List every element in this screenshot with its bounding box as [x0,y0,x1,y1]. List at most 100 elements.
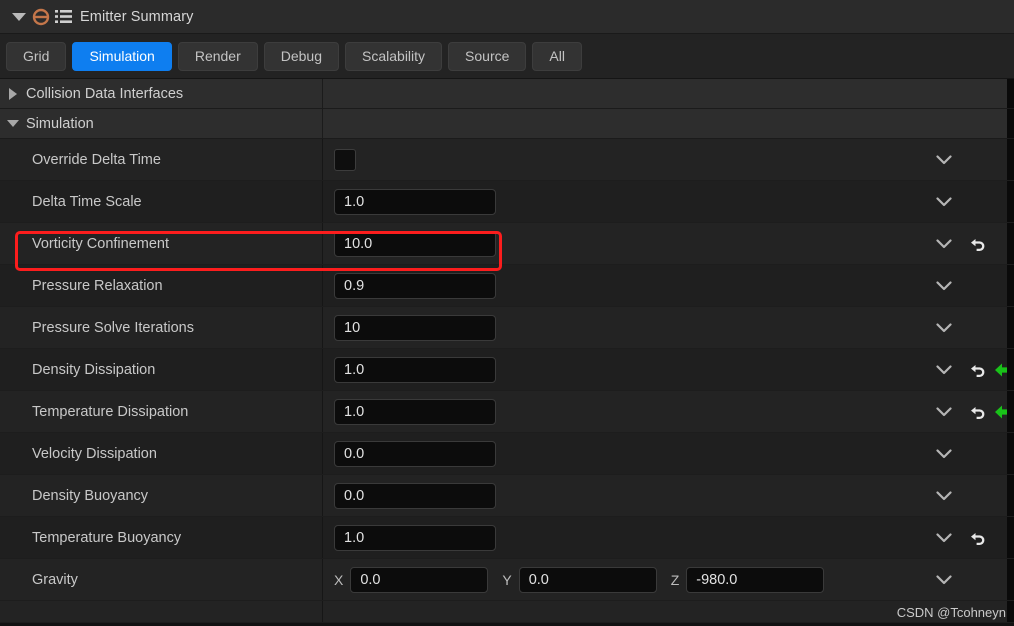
property-label: Pressure Solve Iterations [32,319,194,336]
titlebar: Emitter Summary [0,0,1014,34]
axis-input-x[interactable]: 0.0 [350,566,489,593]
property-value-cell: X 0.0 Y 0.0 Z -980.0 [334,559,838,600]
emitter-node-icon [30,6,52,28]
axis-input-z[interactable]: -980.0 [686,566,825,593]
column-divider[interactable] [322,181,323,222]
column-divider[interactable] [322,349,323,390]
column-divider[interactable] [322,307,323,348]
partial-section-row[interactable] [0,601,1014,623]
section-header-simulation[interactable]: Simulation [0,109,1014,139]
chevron-down-icon[interactable] [932,181,956,222]
tab-debug[interactable]: Debug [263,41,340,71]
reset-to-default-icon[interactable] [966,349,990,390]
property-row: Override Delta Time [0,139,1014,181]
column-divider[interactable] [322,433,323,474]
number-input[interactable]: 0.0 [334,440,496,467]
tab-scalability[interactable]: Scalability [345,41,443,71]
chevron-down-icon[interactable] [932,307,956,348]
property-row: Density Dissipation 1.0 [0,349,1014,391]
number-input[interactable]: 1.0 [334,356,496,383]
section-collapse-icon[interactable] [0,120,26,127]
list-icon[interactable] [52,6,74,28]
tab-all[interactable]: All [532,41,582,71]
property-row: Vorticity Confinement 10.0 [0,223,1014,265]
section-header-collision-data-interfaces[interactable]: Collision Data Interfaces [0,79,1014,109]
column-divider[interactable] [322,223,323,264]
number-input-value: 1.0 [344,361,365,378]
number-input[interactable]: 1.0 [334,524,496,551]
property-name-cell: Density Buoyancy [0,475,322,516]
number-input[interactable]: 0.9 [334,272,496,299]
chevron-down-icon[interactable] [932,391,956,432]
chevron-down-icon[interactable] [932,139,956,180]
number-input-value: 10.0 [344,235,373,252]
axis-input-value: 0.0 [528,571,549,588]
axis-input-y[interactable]: 0.0 [518,566,657,593]
property-label: Density Dissipation [32,361,156,378]
number-input[interactable]: 1.0 [334,398,496,425]
property-label: Pressure Relaxation [32,277,163,294]
column-divider[interactable] [322,475,323,516]
property-name-cell: Gravity [0,559,322,600]
tab-simulation[interactable]: Simulation [72,41,172,71]
chevron-down-icon[interactable] [932,223,956,264]
panel-edge [1007,517,1014,558]
number-input-value: 0.0 [344,445,365,462]
tab-render[interactable]: Render [177,41,258,71]
property-label: Temperature Buoyancy [32,529,182,546]
column-divider[interactable] [322,265,323,306]
reset-to-default-icon[interactable] [966,223,990,264]
property-name-cell: Temperature Buoyancy [0,517,322,558]
tab-source[interactable]: Source [448,41,527,71]
triangle-down-icon[interactable] [8,6,30,28]
column-divider[interactable] [322,559,323,600]
checkbox-override-delta-time[interactable] [334,148,356,171]
property-name-cell: Delta Time Scale [0,181,322,222]
emitter-summary-panel: Emitter Summary Grid Simulation Render Debu… [0,0,1014,626]
number-input-value: 10 [344,319,361,336]
panel-edge [1007,109,1014,138]
property-value-cell: 0.0 [334,433,496,474]
property-value-cell: 1.0 [334,181,496,222]
column-divider[interactable] [322,139,323,180]
number-input[interactable]: 0.0 [334,482,496,509]
number-input[interactable]: 10.0 [334,230,496,257]
property-label: Density Buoyancy [32,487,149,504]
number-input-value: 1.0 [344,529,365,546]
property-row: Temperature Buoyancy 1.0 [0,517,1014,559]
chevron-down-icon[interactable] [932,265,956,306]
tab-grid[interactable]: Grid [6,41,67,71]
property-name-cell: Override Delta Time [0,139,322,180]
category-tabbar: Grid Simulation Render Debug Scalability Sour… [0,34,1014,79]
property-row: Density Buoyancy 0.0 [0,475,1014,517]
property-value-cell: 1.0 [334,349,496,390]
column-divider[interactable] [322,517,323,558]
chevron-down-icon[interactable] [932,433,956,474]
chevron-down-icon[interactable] [932,475,956,516]
property-name-cell: Density Dissipation [0,349,322,390]
section-expand-icon[interactable] [0,87,26,100]
reset-to-default-icon[interactable] [966,517,990,558]
column-divider[interactable] [322,391,323,432]
number-input-value: 1.0 [344,193,365,210]
column-divider[interactable] [322,79,323,108]
property-name-cell: Velocity Dissipation [0,433,322,474]
number-input-value: 0.9 [344,277,365,294]
panel-edge [1007,307,1014,348]
panel-title: Emitter Summary [80,8,194,25]
panel-edge [1007,601,1014,622]
panel-edge [1007,475,1014,516]
chevron-down-icon[interactable] [932,349,956,390]
axis-label-z: Z [670,571,680,588]
number-input-value: 1.0 [344,403,365,420]
column-divider[interactable] [322,109,323,138]
reset-to-default-icon[interactable] [966,391,990,432]
chevron-down-icon[interactable] [932,559,956,600]
number-input[interactable]: 10 [334,314,496,341]
number-input[interactable]: 1.0 [334,188,496,215]
chevron-down-icon[interactable] [932,517,956,558]
property-value-cell: 10 [334,307,496,348]
property-row: Gravity X 0.0 Y 0.0 Z -980.0 [0,559,1014,601]
column-divider[interactable] [322,601,323,622]
panel-edge [1007,559,1014,600]
